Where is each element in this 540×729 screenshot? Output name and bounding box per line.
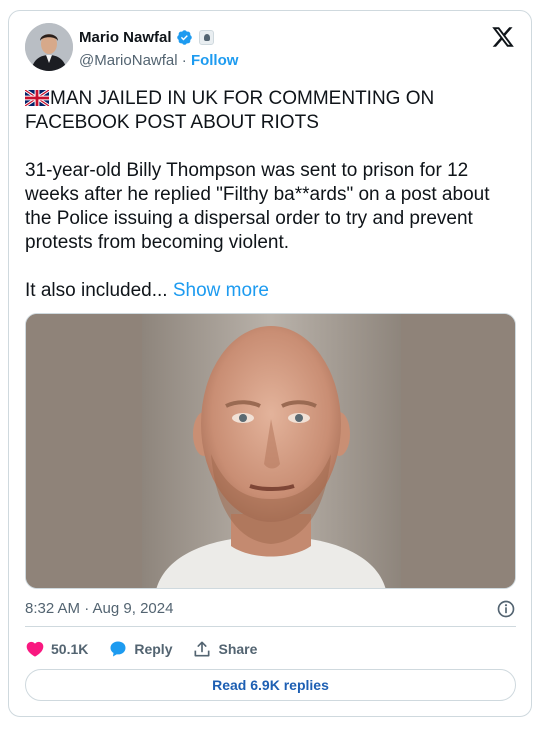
share-label: Share bbox=[218, 641, 258, 657]
follow-button[interactable]: Follow bbox=[191, 52, 239, 69]
tweet-truncated-text: It also included... bbox=[25, 280, 173, 301]
tweet-card[interactable]: Mario Nawfal @MarioNawfal · Follow MAN J… bbox=[8, 10, 532, 717]
handle-separator: · bbox=[177, 52, 191, 69]
avatar-image bbox=[25, 23, 73, 71]
reply-button[interactable]: Reply bbox=[108, 639, 172, 659]
verified-badge-icon bbox=[176, 30, 192, 45]
share-icon bbox=[194, 641, 210, 657]
author-name-row: Mario Nawfal bbox=[79, 29, 214, 46]
share-button[interactable]: Share bbox=[192, 639, 257, 659]
tweet-actions: 50.1K Reply Share bbox=[25, 639, 277, 659]
tweet-media-image[interactable] bbox=[25, 313, 516, 589]
like-count: 50.1K bbox=[51, 641, 89, 657]
tweet-truncated-paragraph: It also included... Show more bbox=[25, 279, 520, 303]
mugshot-photo bbox=[26, 314, 515, 588]
like-button[interactable]: 50.1K bbox=[25, 639, 88, 659]
heart-icon bbox=[26, 641, 44, 657]
tweet-timestamp[interactable]: 8:32 AM · Aug 9, 2024 bbox=[25, 600, 173, 617]
avatar[interactable] bbox=[25, 23, 73, 71]
uk-flag-icon bbox=[25, 90, 49, 106]
tweet-meta-row: 8:32 AM · Aug 9, 2024 bbox=[25, 599, 516, 619]
tweet-body: 31-year-old Billy Thompson was sent to p… bbox=[25, 160, 490, 253]
tweet-headline: MAN JAILED IN UK FOR COMMENTING ON FACEB… bbox=[25, 88, 435, 133]
author-display-name[interactable]: Mario Nawfal bbox=[79, 29, 172, 46]
tweet-headline-paragraph: MAN JAILED IN UK FOR COMMENTING ON FACEB… bbox=[25, 87, 520, 135]
show-more-link[interactable]: Show more bbox=[173, 280, 269, 301]
author-handle[interactable]: @MarioNawfal bbox=[79, 52, 178, 69]
affiliate-badge-icon bbox=[198, 30, 214, 45]
divider bbox=[25, 626, 516, 627]
tweet-text: MAN JAILED IN UK FOR COMMENTING ON FACEB… bbox=[25, 87, 520, 303]
read-replies-button[interactable]: Read 6.9K replies bbox=[25, 669, 516, 701]
info-icon[interactable] bbox=[496, 599, 516, 619]
reply-label: Reply bbox=[134, 641, 173, 657]
author-handle-row: @MarioNawfal · Follow bbox=[79, 52, 238, 69]
reply-bubble-icon bbox=[110, 641, 126, 657]
x-logo-icon[interactable] bbox=[491, 25, 515, 49]
